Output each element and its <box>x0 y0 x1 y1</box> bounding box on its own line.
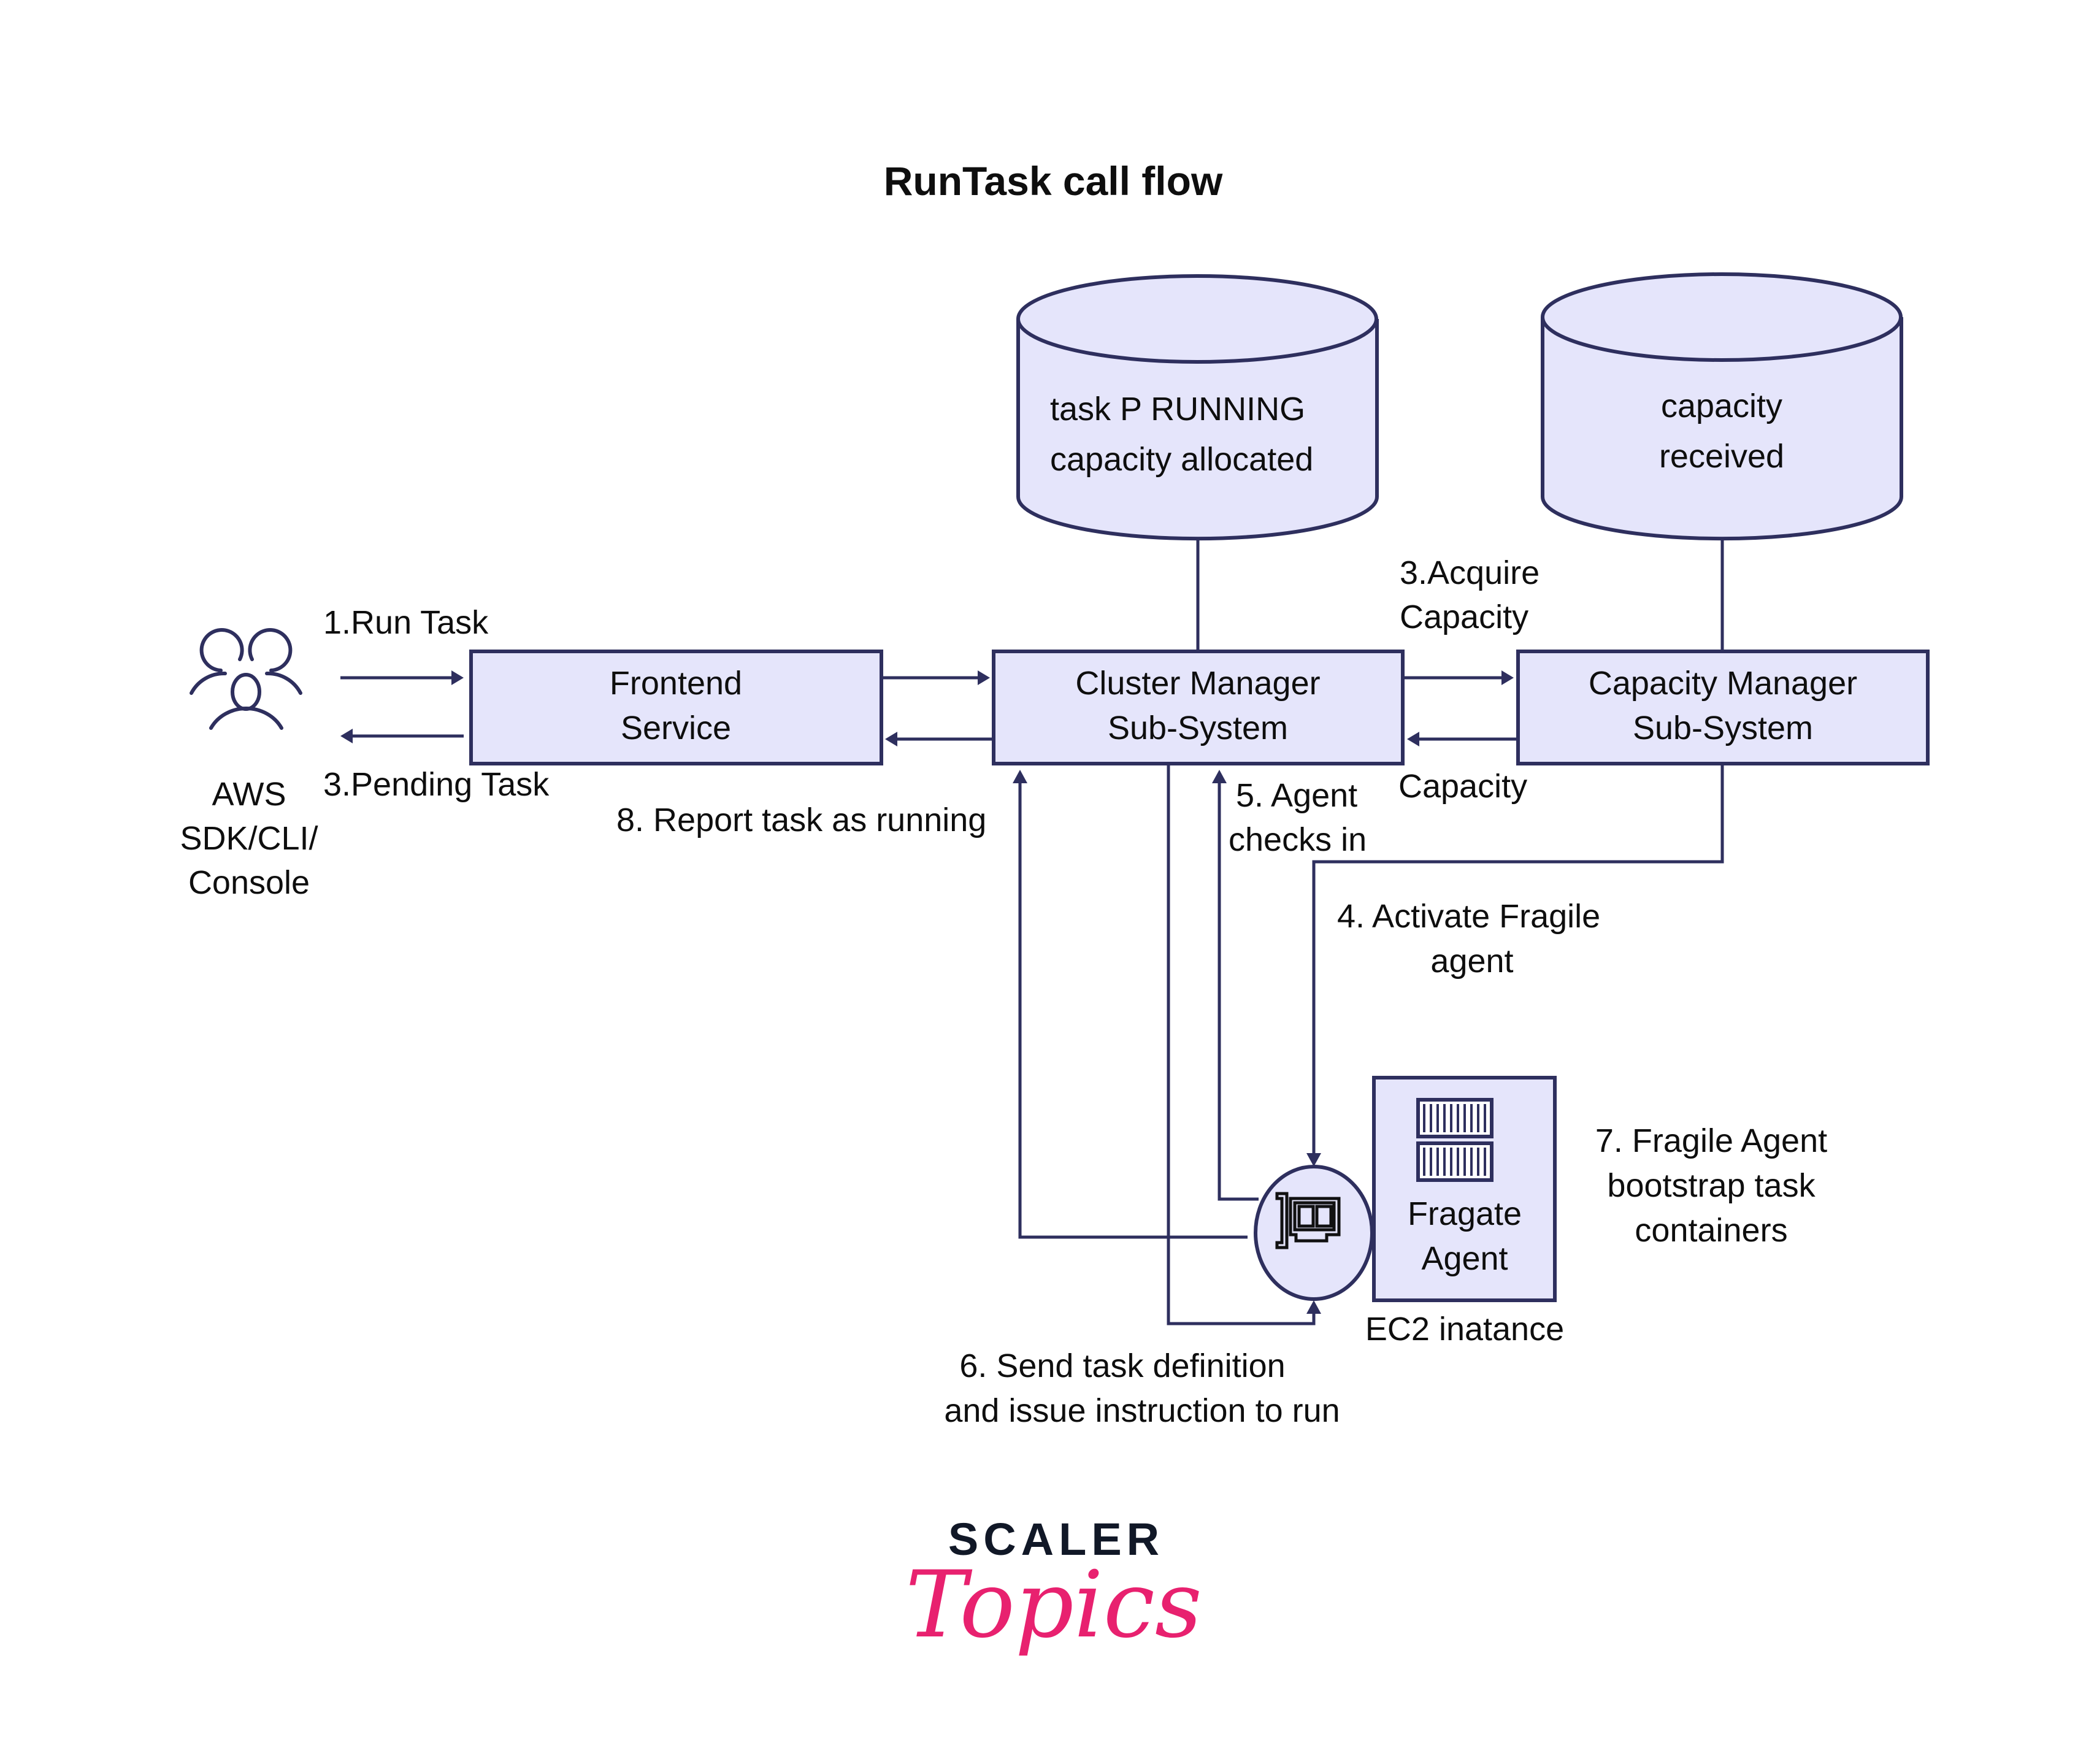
brand-topics: Topics <box>905 1552 1202 1659</box>
agent-node <box>1254 1165 1374 1301</box>
arrow-run-task <box>340 670 464 685</box>
label-bootstrap-line-2: bootstrap task <box>1607 1167 1816 1204</box>
label-bootstrap-line-1: 7. Fragile Agent <box>1595 1122 1827 1159</box>
users-icon <box>190 628 302 730</box>
label-agent-checks-in-line-1: 5. Agent <box>1236 777 1357 814</box>
frontend-line-1: Frontend <box>610 665 742 702</box>
label-send-task-line-2: and issue instruction to run <box>944 1392 1340 1429</box>
db-capacity-state: capacity received <box>1541 272 1903 541</box>
label-run-task: 1.Run Task <box>323 604 489 641</box>
label-capacity: Capacity <box>1398 768 1527 805</box>
db-cluster-line-1: task P RUNNING <box>1050 391 1305 428</box>
cluster-manager-box: Cluster Manager Sub-System <box>992 650 1405 765</box>
fragate-agent-box: Fragate Agent <box>1372 1076 1557 1302</box>
label-acquire-capacity-line-2: Capacity <box>1400 599 1528 635</box>
capacity-manager-line-2: Sub-System <box>1633 710 1813 746</box>
client-label-line-3: Console <box>188 864 310 901</box>
ec2-instance-caption: EC2 inatance <box>1365 1311 1564 1348</box>
runtask-diagram: RunTask call flow task P RUNNING capacit… <box>180 158 1930 1659</box>
capacity-manager-line-1: Capacity Manager <box>1589 665 1857 702</box>
frontend-line-2: Service <box>621 710 731 746</box>
label-activate-agent-line-1: 4. Activate Fragile <box>1337 898 1600 935</box>
label-acquire-capacity-line-1: 3.Acquire <box>1400 554 1540 591</box>
arrow-report-running <box>1013 770 1248 1239</box>
scaler-topics-logo: SCALER Topics <box>905 1514 1202 1659</box>
label-report-running: 8. Report task as running <box>616 802 986 838</box>
label-agent-checks-in-line-2: checks in <box>1229 821 1367 858</box>
client-label-line-2: SDK/CLI/ <box>180 820 318 857</box>
label-send-task-line-1: 6. Send task definition <box>959 1348 1285 1384</box>
db-capacity-line-1: capacity <box>1661 388 1782 424</box>
label-bootstrap-line-3: containers <box>1635 1212 1787 1249</box>
diagram-title: RunTask call flow <box>884 158 1223 204</box>
label-pending-task: 3.Pending Task <box>323 766 550 803</box>
arrow-capacity-return <box>1407 732 1518 746</box>
arrow-acquire-capacity <box>1403 670 1514 685</box>
arrow-frontend-to-cluster <box>881 670 990 685</box>
client-label-line-1: AWS <box>212 776 286 813</box>
fragate-agent-line-1: Fragate <box>1408 1195 1522 1232</box>
label-activate-agent-line-2: agent <box>1430 943 1513 980</box>
frontend-service-box: Frontend Service <box>469 650 883 765</box>
capacity-manager-box: Capacity Manager Sub-System <box>1516 650 1930 765</box>
fragate-agent-line-2: Agent <box>1421 1240 1508 1277</box>
cluster-manager-line-1: Cluster Manager <box>1075 665 1320 702</box>
cluster-manager-line-2: Sub-System <box>1108 710 1288 746</box>
db-cluster-state: task P RUNNING capacity allocated <box>1016 274 1379 541</box>
db-capacity-line-2: received <box>1659 438 1784 475</box>
arrow-pending-task <box>340 729 464 743</box>
arrow-cluster-to-frontend <box>885 732 994 746</box>
db-cluster-line-2: capacity allocated <box>1050 441 1313 478</box>
